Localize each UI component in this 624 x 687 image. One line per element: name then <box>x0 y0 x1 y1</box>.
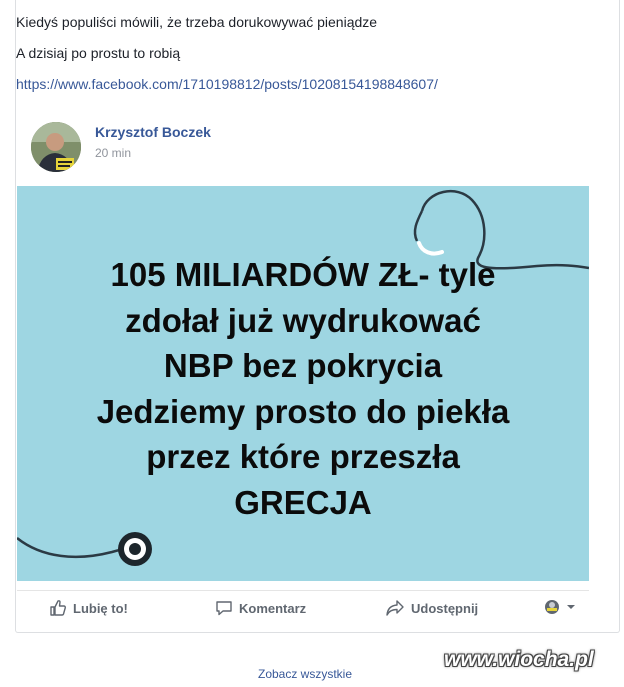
post-text-line-2: A dzisiaj po prostu to robią <box>16 45 181 61</box>
image-caption-line: NBP bez pokrycia <box>163 347 443 384</box>
post-link[interactable]: https://www.facebook.com/1710198812/post… <box>16 76 438 92</box>
comment-button[interactable]: Komentarz <box>215 599 306 617</box>
share-label: Udostępnij <box>411 600 479 616</box>
watermark: www.wiocha.pl <box>444 648 594 671</box>
image-caption-line: 105 MILIARDÓW ZŁ- tyle <box>110 256 496 293</box>
share-icon <box>386 600 404 616</box>
comment-label: Komentarz <box>239 600 307 616</box>
thumbs-up-icon <box>50 600 66 616</box>
mini-avatar-icon <box>545 600 559 614</box>
like-label: Lubię to! <box>73 600 128 616</box>
avatar[interactable] <box>31 122 81 172</box>
image-caption-line: GRECJA <box>234 483 372 521</box>
comment-icon <box>216 601 232 616</box>
audience-selector[interactable] <box>544 599 576 615</box>
chevron-down-icon <box>567 605 575 609</box>
avatar-photo <box>31 122 81 172</box>
see-all-link[interactable]: Zobacz wszystkie <box>258 667 352 681</box>
action-bar: Lubię to! Komentarz Udostępnij <box>17 590 589 625</box>
post-time[interactable]: 20 min <box>95 146 131 160</box>
like-button[interactable]: Lubię to! <box>49 599 128 617</box>
author-name[interactable]: Krzysztof Boczek <box>95 124 211 140</box>
share-button[interactable]: Udostępnij <box>385 599 478 617</box>
image-caption-line: Jedziemy prosto do piekła <box>96 392 510 430</box>
post-image[interactable]: 105 MILIARDÓW ZŁ- tyle zdołał już wydruk… <box>17 186 589 581</box>
image-caption-line: przez które przeszła <box>146 438 460 475</box>
image-caption: 105 MILIARDÓW ZŁ- tyle zdołał już wydruk… <box>17 252 589 525</box>
post-text-line-1: Kiedyś populiści mówili, że trzeba doruk… <box>16 14 378 30</box>
image-caption-line: zdołał już wydrukować <box>125 301 481 339</box>
